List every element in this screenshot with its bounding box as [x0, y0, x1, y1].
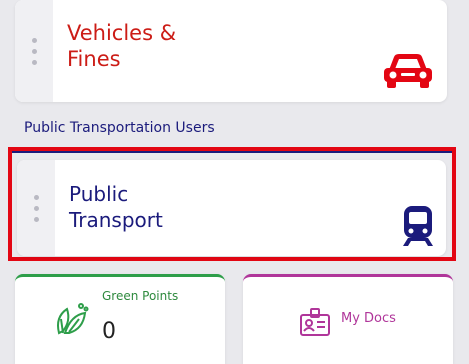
- green-points-count: 0: [102, 319, 116, 344]
- section-divider: [12, 151, 452, 153]
- public-transport-title: Public Transport: [69, 182, 163, 232]
- drag-handle[interactable]: [17, 160, 55, 256]
- my-docs-label: My Docs: [341, 311, 396, 326]
- public-transport-card[interactable]: Public Transport: [17, 160, 446, 256]
- leaf-icon: [51, 299, 91, 343]
- drag-dots-icon: [31, 37, 37, 65]
- vehicles-fines-card[interactable]: Vehicles & Fines: [15, 0, 447, 102]
- my-docs-tile[interactable]: My Docs: [243, 274, 453, 364]
- drag-handle[interactable]: [15, 0, 53, 102]
- green-points-title: Green Points: [102, 289, 179, 303]
- section-label-public-transportation-users: Public Transportation Users: [24, 120, 215, 136]
- vehicles-fines-title: Vehicles & Fines: [67, 21, 177, 71]
- car-icon: [381, 50, 435, 94]
- train-icon: [400, 204, 436, 252]
- drag-dots-icon: [33, 194, 39, 222]
- green-points-tile[interactable]: Green Points 0: [15, 274, 225, 364]
- document-id-icon: [298, 305, 332, 341]
